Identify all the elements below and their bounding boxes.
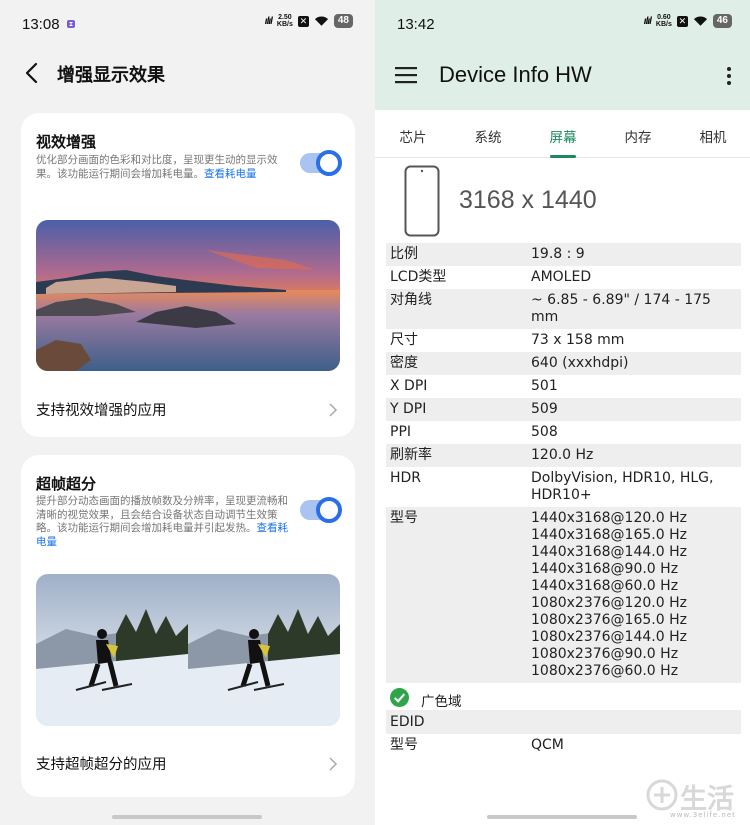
tab-bar: 芯片 系统 屏幕 内存 相机 <box>375 110 750 158</box>
visual-enhance-title: 视效增强 <box>36 133 97 151</box>
visual-enhance-apps-label: 支持视效增强的应用 <box>36 403 167 419</box>
frame-super-res-title: 超帧超分 <box>36 475 97 493</box>
status-bar: 13:08 ılıl 2.50 KB/s ✕ 48 <box>0 0 375 48</box>
chevron-right-icon <box>329 403 338 417</box>
hamburger-menu-icon[interactable] <box>395 66 417 84</box>
watermark-logo-icon <box>646 779 678 811</box>
display-enhance-screen: 13:08 ılıl 2.50 KB/s ✕ 48 增强显示效果 视效增强 优化部… <box>0 0 375 825</box>
network-speed: 0.60 KB/s <box>655 14 672 28</box>
frame-super-res-apps-label: 支持超帧超分的应用 <box>36 757 167 773</box>
more-vert-icon[interactable] <box>726 66 732 86</box>
info-row-hdr: HDR DolbyVision, HDR10, HLG, HDR10+ <box>390 470 714 503</box>
resolution-row: 3168 x 1440 <box>375 160 750 242</box>
tab-memory[interactable]: 内存 <box>608 126 668 146</box>
info-row-y-dpi: Y DPI 509 <box>386 398 741 421</box>
visual-enhance-apps-row[interactable]: 支持视效增强的应用 <box>36 395 340 425</box>
status-time: 13:42 <box>397 16 435 33</box>
info-row-ratio: 比例 19.8 : 9 <box>386 243 741 266</box>
app-title: Device Info HW <box>439 62 592 87</box>
toggle-knob <box>316 497 342 523</box>
signal-icon: ılıl <box>264 15 273 27</box>
ski-left-half <box>36 574 188 726</box>
info-row-refresh-rate: 刷新率 120.0 Hz <box>386 444 741 467</box>
no-sim-icon: ✕ <box>676 15 688 27</box>
wifi-icon <box>693 16 707 26</box>
page-title: 增强显示效果 <box>57 65 165 86</box>
screen-info-table: 比例 19.8 : 9 LCD类型 AMOLED 对角线 ~ 6.85 - 6.89"… <box>386 243 741 757</box>
active-tab-indicator <box>550 155 576 158</box>
page-header: 增强显示效果 <box>0 56 375 92</box>
home-indicator[interactable] <box>487 815 637 819</box>
hourglass-icon <box>67 20 75 28</box>
info-row-diagonal: 对角线 ~ 6.85 - 6.89" / 174 - 175 mm <box>386 289 741 329</box>
visual-enhance-card: 视效增强 优化部分画面的色彩和对比度，呈现更生动的显示效果。该功能运行期间会增加… <box>21 113 355 437</box>
home-indicator[interactable] <box>112 815 262 819</box>
watermark-url: www.3elife.net <box>670 811 736 819</box>
tab-camera[interactable]: 相机 <box>683 126 743 146</box>
power-usage-link[interactable]: 查看耗电量 <box>204 168 257 180</box>
wide-gamut-row: 广色域 <box>386 683 741 710</box>
visual-enhance-desc: 优化部分画面的色彩和对比度，呈现更生动的显示效果。该功能运行期间会增加耗电量。查… <box>36 154 278 180</box>
app-bar: 13:42 ılıl 0.60 KB/s ✕ 46 Device Info HW <box>375 0 750 110</box>
wifi-icon <box>314 16 328 26</box>
frame-super-res-desc: 提升部分动态画面的播放帧数及分辨率，呈现更流畅和清晰的视觉效果，且会结合设备状态… <box>36 495 288 548</box>
wide-gamut-label: 广色域 <box>421 694 462 710</box>
toggle-knob <box>316 150 342 176</box>
info-row-edid-model: 型号 QCM <box>390 737 564 753</box>
tab-system[interactable]: 系统 <box>458 126 518 146</box>
ski-right-half <box>188 574 340 726</box>
network-speed: 2.50 KB/s <box>276 14 293 28</box>
no-sim-icon: ✕ <box>297 15 309 27</box>
battery-icon: 46 <box>712 14 732 28</box>
info-row-density: 密度 640 (xxxhdpi) <box>386 352 741 375</box>
info-row-size: 尺寸 73 x 158 mm <box>390 332 625 348</box>
tab-chip[interactable]: 芯片 <box>383 126 443 146</box>
info-row-lcd-type: LCD类型 AMOLED <box>390 269 592 285</box>
check-circle-icon <box>390 688 409 707</box>
skier-comparison-image <box>36 574 340 726</box>
status-time: 13:08 <box>22 16 60 33</box>
site-watermark: 生活 www.3elife.net <box>644 777 744 821</box>
screen-resolution: 3168 x 1440 <box>459 186 597 214</box>
frame-super-res-apps-row[interactable]: 支持超帧超分的应用 <box>36 749 340 779</box>
info-row-ppi: PPI 508 <box>390 424 558 440</box>
phone-outline-icon <box>404 165 440 237</box>
chevron-right-icon <box>329 757 338 771</box>
tab-screen[interactable]: 屏幕 <box>533 126 593 146</box>
visual-enhance-toggle[interactable] <box>300 150 342 176</box>
frame-super-res-toggle[interactable] <box>300 497 342 523</box>
sunset-coast-image <box>36 220 340 371</box>
info-row-x-dpi: X DPI 501 <box>390 378 558 394</box>
device-info-screen: 13:42 ılıl 0.60 KB/s ✕ 46 Device Info HW … <box>375 0 750 825</box>
battery-icon: 48 <box>333 14 353 28</box>
signal-icon: ılıl <box>643 15 652 27</box>
edid-header: EDID <box>386 710 741 734</box>
info-row-modes: 型号 1440x3168@120.0 Hz 1440x3168@165.0 Hz … <box>386 507 741 683</box>
frame-super-res-card: 超帧超分 提升部分动态画面的播放帧数及分辨率，呈现更流畅和清晰的视觉效果，且会结… <box>21 455 355 797</box>
back-arrow-icon[interactable] <box>22 61 42 85</box>
